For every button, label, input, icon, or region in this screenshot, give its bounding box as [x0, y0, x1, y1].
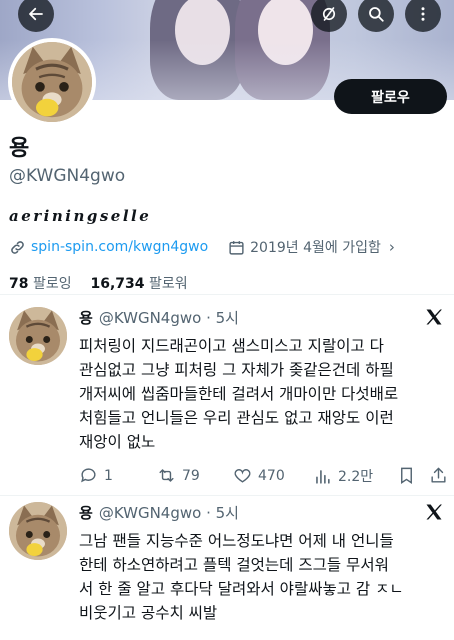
- following-link[interactable]: 78 팔로잉: [9, 276, 72, 292]
- tweet-header: 용 @KWGN4gwo · 5시: [79, 502, 239, 523]
- reply-icon: [81, 468, 96, 483]
- tweet-handle-time: @KWGN4gwo · 5시: [98, 309, 239, 327]
- share-button[interactable]: [429, 466, 454, 485]
- profile-join-date: 2019년 4월에 가입함: [250, 240, 381, 256]
- tweet-avatar[interactable]: [9, 502, 67, 560]
- back-arrow-icon: [29, 7, 43, 21]
- followers-link[interactable]: 16,734 팔로워: [90, 276, 187, 292]
- profile-handle: @KWGN4gwo: [9, 166, 126, 186]
- like-button[interactable]: 470: [233, 466, 285, 485]
- tweet-handle-time: @KWGN4gwo · 5시: [98, 504, 239, 522]
- tweet-header: 용 @KWGN4gwo · 5시: [79, 307, 239, 328]
- bookmark-icon: [401, 467, 412, 484]
- profile-website-link[interactable]: spin-spin.com/kwgn4gwo: [31, 239, 208, 255]
- tweet-author-name[interactable]: 용: [79, 307, 93, 328]
- retweet-icon: [159, 469, 174, 482]
- share-icon: [431, 467, 446, 483]
- profile-display-name: 용: [9, 136, 30, 161]
- profile-bio: aeriningselle: [9, 207, 152, 225]
- views-button[interactable]: 2.2만: [313, 466, 373, 486]
- search-icon: [369, 7, 384, 22]
- follow-button[interactable]: 팔로우: [334, 79, 447, 114]
- divider: [0, 294, 454, 295]
- x-logo-icon: [426, 504, 442, 520]
- more-vertical-icon: [421, 7, 425, 21]
- heart-icon: [234, 469, 251, 483]
- tweet-text: 피처링이 지드래곤이고 샘스미스고 지랄이고 다 관심없고 그냥 피처링 그 자…: [79, 337, 399, 451]
- divider: [0, 495, 454, 496]
- bookmark-button[interactable]: [397, 466, 422, 485]
- views-chart-icon: [316, 469, 330, 484]
- cat-avatar-image: [12, 42, 92, 122]
- reply-button[interactable]: 1: [79, 466, 113, 485]
- retweet-button[interactable]: 79: [157, 466, 200, 485]
- profile-stats: 78 팔로잉 16,734 팔로워: [9, 273, 188, 293]
- circle-slash-icon: [322, 7, 336, 21]
- x-logo-icon: [426, 309, 442, 325]
- calendar-icon: [228, 239, 245, 256]
- profile-meta: spin-spin.com/kwgn4gwo 2019년 4월에 가입함 ›: [9, 237, 395, 257]
- profile-avatar[interactable]: [8, 38, 96, 126]
- cat-avatar-image: [9, 502, 67, 560]
- tweet-avatar[interactable]: [9, 307, 67, 365]
- link-icon: [9, 239, 26, 256]
- tweet-author-name[interactable]: 용: [79, 502, 93, 523]
- tweet-text: 그남 팬들 지능수준 어느정도냐면 어제 내 언니들 한테 하소연하려고 플텍 …: [79, 532, 404, 622]
- chevron-right-icon[interactable]: ›: [389, 238, 395, 256]
- tweet-actions: 1 79 470 2.2만: [79, 466, 449, 486]
- cat-avatar-image: [9, 307, 67, 365]
